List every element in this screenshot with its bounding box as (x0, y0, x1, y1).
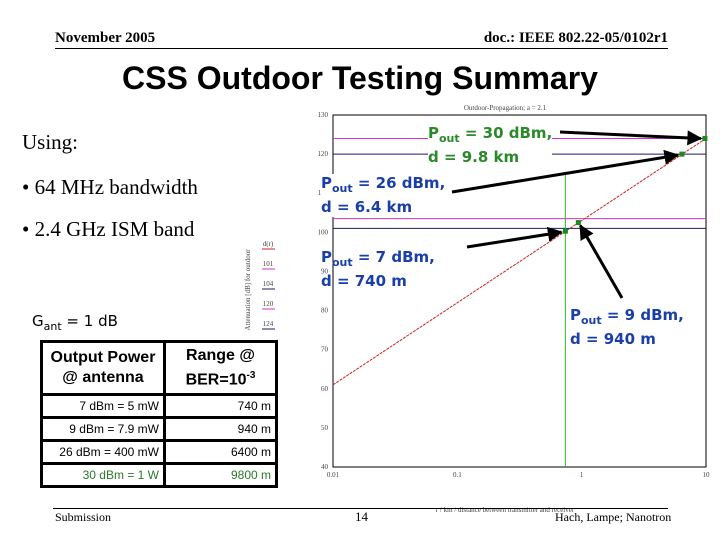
legend-label: 120 (263, 300, 274, 308)
x-tick-label: 1 (580, 471, 584, 479)
slide: November 2005 doc.: IEEE 802.22-05/0102r… (0, 0, 720, 540)
y-tick-label: 40 (321, 463, 329, 471)
header-sup: -3 (246, 369, 256, 381)
gain-sub: ant (43, 320, 62, 333)
legend-label: d(r) (263, 240, 274, 248)
y-tick-label: 70 (321, 346, 329, 354)
using-label: Using: (22, 130, 79, 154)
data-point (679, 151, 685, 157)
callout-val: = 26 dBm, (352, 174, 446, 192)
callout-p: P (570, 306, 581, 324)
power-cell: 7 dBm = 5 mW (40, 393, 166, 419)
plot-frame (332, 114, 707, 468)
y-tick-label: 100 (318, 228, 329, 236)
table-row: 7 dBm = 5 mW 740 m (40, 393, 278, 419)
callout-arrow (466, 226, 563, 249)
callout-p: P (321, 248, 332, 266)
chart-title: Outdoor-Propagation; a = 2.1 (464, 104, 547, 112)
header-line: BER=10 (185, 371, 247, 389)
callout-val: = 9 dBm, (601, 306, 684, 324)
callout-p: P (321, 174, 332, 192)
y-tick-label: 50 (321, 424, 329, 432)
table-row: 9 dBm = 7.9 mW 940 m (40, 416, 278, 442)
callout-val: = 7 dBm, (352, 248, 435, 266)
callout-arrow (579, 224, 624, 299)
legend-label: 104 (263, 280, 274, 288)
power-cell: 26 dBm = 400 mW (40, 439, 166, 465)
data-point (702, 135, 708, 141)
callout-7dbm: Pout = 7 dBm, d = 740 m (321, 248, 435, 291)
callout-d: d = 6.4 km (321, 198, 413, 216)
callout-p: P (428, 124, 439, 142)
power-cell: 9 dBm = 7.9 mW (40, 416, 166, 442)
legend-label: 101 (263, 260, 274, 268)
callout-val: = 30 dBm, (459, 124, 553, 142)
table-row: 26 dBm = 400 mW 6400 m (40, 439, 278, 465)
footer-authors: Hach, Lampe; Nanotron (555, 510, 672, 524)
callout-26dbm: Pout = 26 dBm, d = 6.4 km (321, 174, 446, 217)
x-tick-label: 10 (703, 471, 711, 479)
power-cell: 30 dBm = 1 W (40, 462, 166, 488)
range-cell: 740 m (163, 393, 278, 419)
bullet-bandwidth: • 64 MHz bandwidth (22, 175, 198, 199)
range-cell: 9800 m (163, 462, 278, 488)
header-line: Output Power (50, 349, 156, 366)
callout-9dbm: Pout = 9 dBm, d = 940 m (570, 306, 684, 349)
callout-sub: out (439, 132, 460, 145)
y-axis-label: Attenuation [dB] for outdoor (244, 249, 252, 331)
data-point (575, 220, 581, 226)
footer-page: 14 (355, 509, 368, 524)
gain-g: G (32, 312, 44, 330)
range-cell: 940 m (163, 416, 278, 442)
legend-label: 124 (263, 320, 274, 328)
callout-arrow (559, 130, 703, 146)
callout-sub: out (332, 256, 353, 269)
range-table: Output Power @ antenna Range @ BER=10-3 7 … (40, 340, 278, 488)
y-tick-label: 80 (321, 307, 329, 315)
callout-d: d = 9.8 km (428, 148, 520, 166)
callout-sub: out (581, 314, 602, 327)
data-point (562, 228, 568, 234)
y-tick-label: 60 (321, 385, 329, 393)
callout-d: d = 940 m (570, 330, 656, 348)
header-line: Range @ (186, 346, 255, 364)
gain-value: = 1 dB (61, 312, 118, 330)
header-output-power: Output Power @ antenna (40, 340, 166, 396)
x-tick-label: 0.1 (453, 471, 462, 479)
header-range: Range @ BER=10-3 (163, 340, 278, 396)
y-tick-label: 120 (318, 150, 329, 158)
antenna-gain: Gant = 1 dB (32, 312, 118, 333)
bullet-band: • 2.4 GHz ISM band (22, 217, 195, 241)
footer-submission: Submission (55, 510, 112, 524)
callout-30dbm: Pout = 30 dBm, d = 9.8 km (428, 124, 553, 167)
range-cell: 6400 m (163, 439, 278, 465)
callout-sub: out (332, 182, 353, 195)
callout-d: d = 740 m (321, 272, 407, 290)
x-tick-label: 0.01 (327, 471, 340, 479)
header-line: @ antenna (62, 369, 144, 386)
y-tick-label: 130 (318, 111, 329, 119)
table-row: 30 dBm = 1 W 9800 m (40, 462, 278, 488)
